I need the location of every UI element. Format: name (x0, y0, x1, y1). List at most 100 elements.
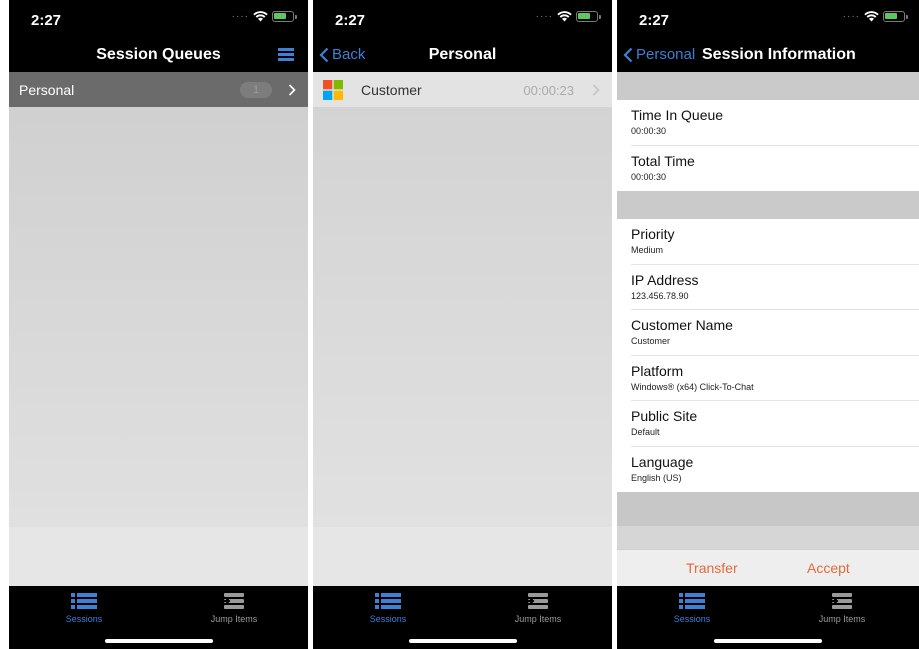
phone-screen-session-queues: 2:27 ···· Session Queues Personal 1 Sess… (9, 0, 308, 649)
back-label: Personal (636, 46, 696, 63)
page-title: Session Queues (96, 46, 221, 63)
windows-logo-icon (323, 80, 343, 100)
tab-label: Sessions (369, 614, 407, 624)
jump-items-icon (830, 593, 852, 609)
tab-bar: Sessions Jump Items (313, 586, 612, 649)
info-value: 123.456.78.90 (631, 290, 689, 301)
signal-icon: ···· (842, 11, 860, 22)
tab-label: Jump Items (818, 614, 866, 624)
phone-screen-session-information: 2:27 ···· Personal Session Information T… (617, 0, 919, 649)
accept-button[interactable]: Accept (807, 560, 850, 576)
section-separator (617, 526, 919, 549)
session-row-customer[interactable]: Customer 00:00:23 (313, 72, 612, 107)
signal-icon: ···· (535, 11, 553, 22)
list-footer-area (313, 527, 612, 586)
back-button[interactable]: Personal (623, 46, 695, 63)
jump-items-icon (222, 593, 244, 609)
info-row-customer-name: Customer Name Customer (631, 310, 919, 356)
info-label: Customer Name (631, 317, 733, 333)
info-value: Windows® (x64) Click-To-Chat (631, 381, 754, 392)
jump-items-icon (526, 593, 548, 609)
tab-label: Sessions (673, 614, 711, 624)
queue-list-empty-area (9, 107, 308, 527)
tab-jump-items[interactable]: Jump Items (478, 592, 598, 624)
tab-bar: Sessions Jump Items (9, 586, 308, 649)
chevron-right-icon (592, 84, 600, 96)
status-bar: 2:27 ···· (617, 0, 919, 36)
info-value: Medium (631, 245, 664, 255)
wifi-icon (557, 11, 572, 22)
info-row-language: Language English (US) (631, 447, 919, 493)
battery-icon (576, 11, 601, 22)
home-indicator[interactable] (714, 639, 822, 643)
info-value: 00:00:30 (631, 126, 667, 136)
tab-bar: Sessions Jump Items (617, 586, 919, 649)
info-value: Customer (631, 336, 671, 346)
wifi-icon (253, 11, 268, 22)
list-icon (375, 593, 401, 609)
status-icons: ···· (231, 11, 297, 22)
info-row-public-site: Public Site Default (631, 401, 919, 447)
info-row-ip-address: IP Address 123.456.78.90 (631, 265, 919, 310)
info-value: English (US) (631, 472, 682, 483)
tab-label: Jump Items (210, 614, 258, 624)
info-row-total-time: Total Time 00:00:30 (631, 146, 919, 192)
tab-jump-items[interactable]: Jump Items (782, 592, 902, 624)
status-time: 2:27 (335, 12, 366, 29)
transfer-button[interactable]: Transfer (686, 560, 738, 576)
chevron-right-icon (288, 84, 296, 96)
wifi-icon (864, 11, 879, 22)
info-label: Platform (631, 362, 684, 379)
info-row-time-in-queue: Time In Queue 00:00:30 (631, 100, 919, 146)
list-icon (71, 593, 97, 609)
info-label: Total Time (631, 152, 695, 169)
menu-icon[interactable] (278, 48, 294, 61)
section-separator (617, 492, 919, 526)
chevron-left-icon (623, 47, 633, 62)
tab-label: Sessions (65, 614, 103, 624)
signal-icon: ···· (231, 11, 249, 22)
info-label: Language (631, 453, 694, 470)
section-separator (617, 72, 919, 100)
info-label: Time In Queue (631, 107, 724, 123)
info-value: Default (631, 427, 660, 437)
session-action-bar: Transfer Accept (617, 550, 919, 586)
status-time: 2:27 (639, 12, 670, 29)
info-group-details: Priority Medium IP Address 123.456.78.90… (617, 219, 919, 492)
tab-sessions[interactable]: Sessions (632, 592, 752, 624)
home-indicator[interactable] (408, 639, 517, 643)
status-bar: 2:27 ···· (313, 0, 612, 36)
info-value: 00:00:30 (631, 171, 667, 182)
navigation-bar: Back Personal (313, 36, 612, 72)
tab-sessions[interactable]: Sessions (24, 592, 144, 624)
info-label: IP Address (631, 271, 699, 288)
page-title: Personal (428, 46, 497, 63)
info-row-priority: Priority Medium (631, 219, 919, 265)
status-icons: ···· (842, 11, 908, 22)
list-icon (679, 593, 705, 609)
tab-sessions[interactable]: Sessions (328, 592, 448, 624)
info-row-platform: Platform Windows® (x64) Click-To-Chat (631, 356, 919, 401)
list-footer-area (9, 527, 308, 586)
tab-label: Jump Items (514, 614, 562, 624)
queue-row-personal[interactable]: Personal 1 (9, 72, 308, 107)
session-customer-label: Customer (361, 82, 422, 98)
session-info-list[interactable]: Time In Queue 00:00:30 Total Time 00:00:… (617, 72, 919, 550)
navigation-bar: Session Queues (9, 36, 308, 72)
status-icons: ···· (535, 11, 601, 22)
queue-count-badge: 1 (240, 82, 272, 98)
battery-icon (272, 11, 297, 22)
session-list-empty-area (313, 107, 612, 527)
session-elapsed-time: 00:00:23 (523, 83, 574, 98)
status-time: 2:27 (31, 12, 62, 29)
section-separator (617, 191, 919, 219)
home-indicator[interactable] (104, 639, 213, 643)
battery-icon (883, 11, 908, 22)
page-title: Session Information (702, 46, 856, 63)
phone-screen-personal-queue: 2:27 ···· Back Personal Customer 00:00:2… (313, 0, 612, 649)
info-label: Public Site (631, 408, 698, 424)
status-bar: 2:27 ···· (9, 0, 308, 36)
info-group-timing: Time In Queue 00:00:30 Total Time 00:00:… (617, 100, 919, 191)
tab-jump-items[interactable]: Jump Items (174, 592, 294, 624)
navigation-bar: Personal Session Information (617, 36, 919, 72)
